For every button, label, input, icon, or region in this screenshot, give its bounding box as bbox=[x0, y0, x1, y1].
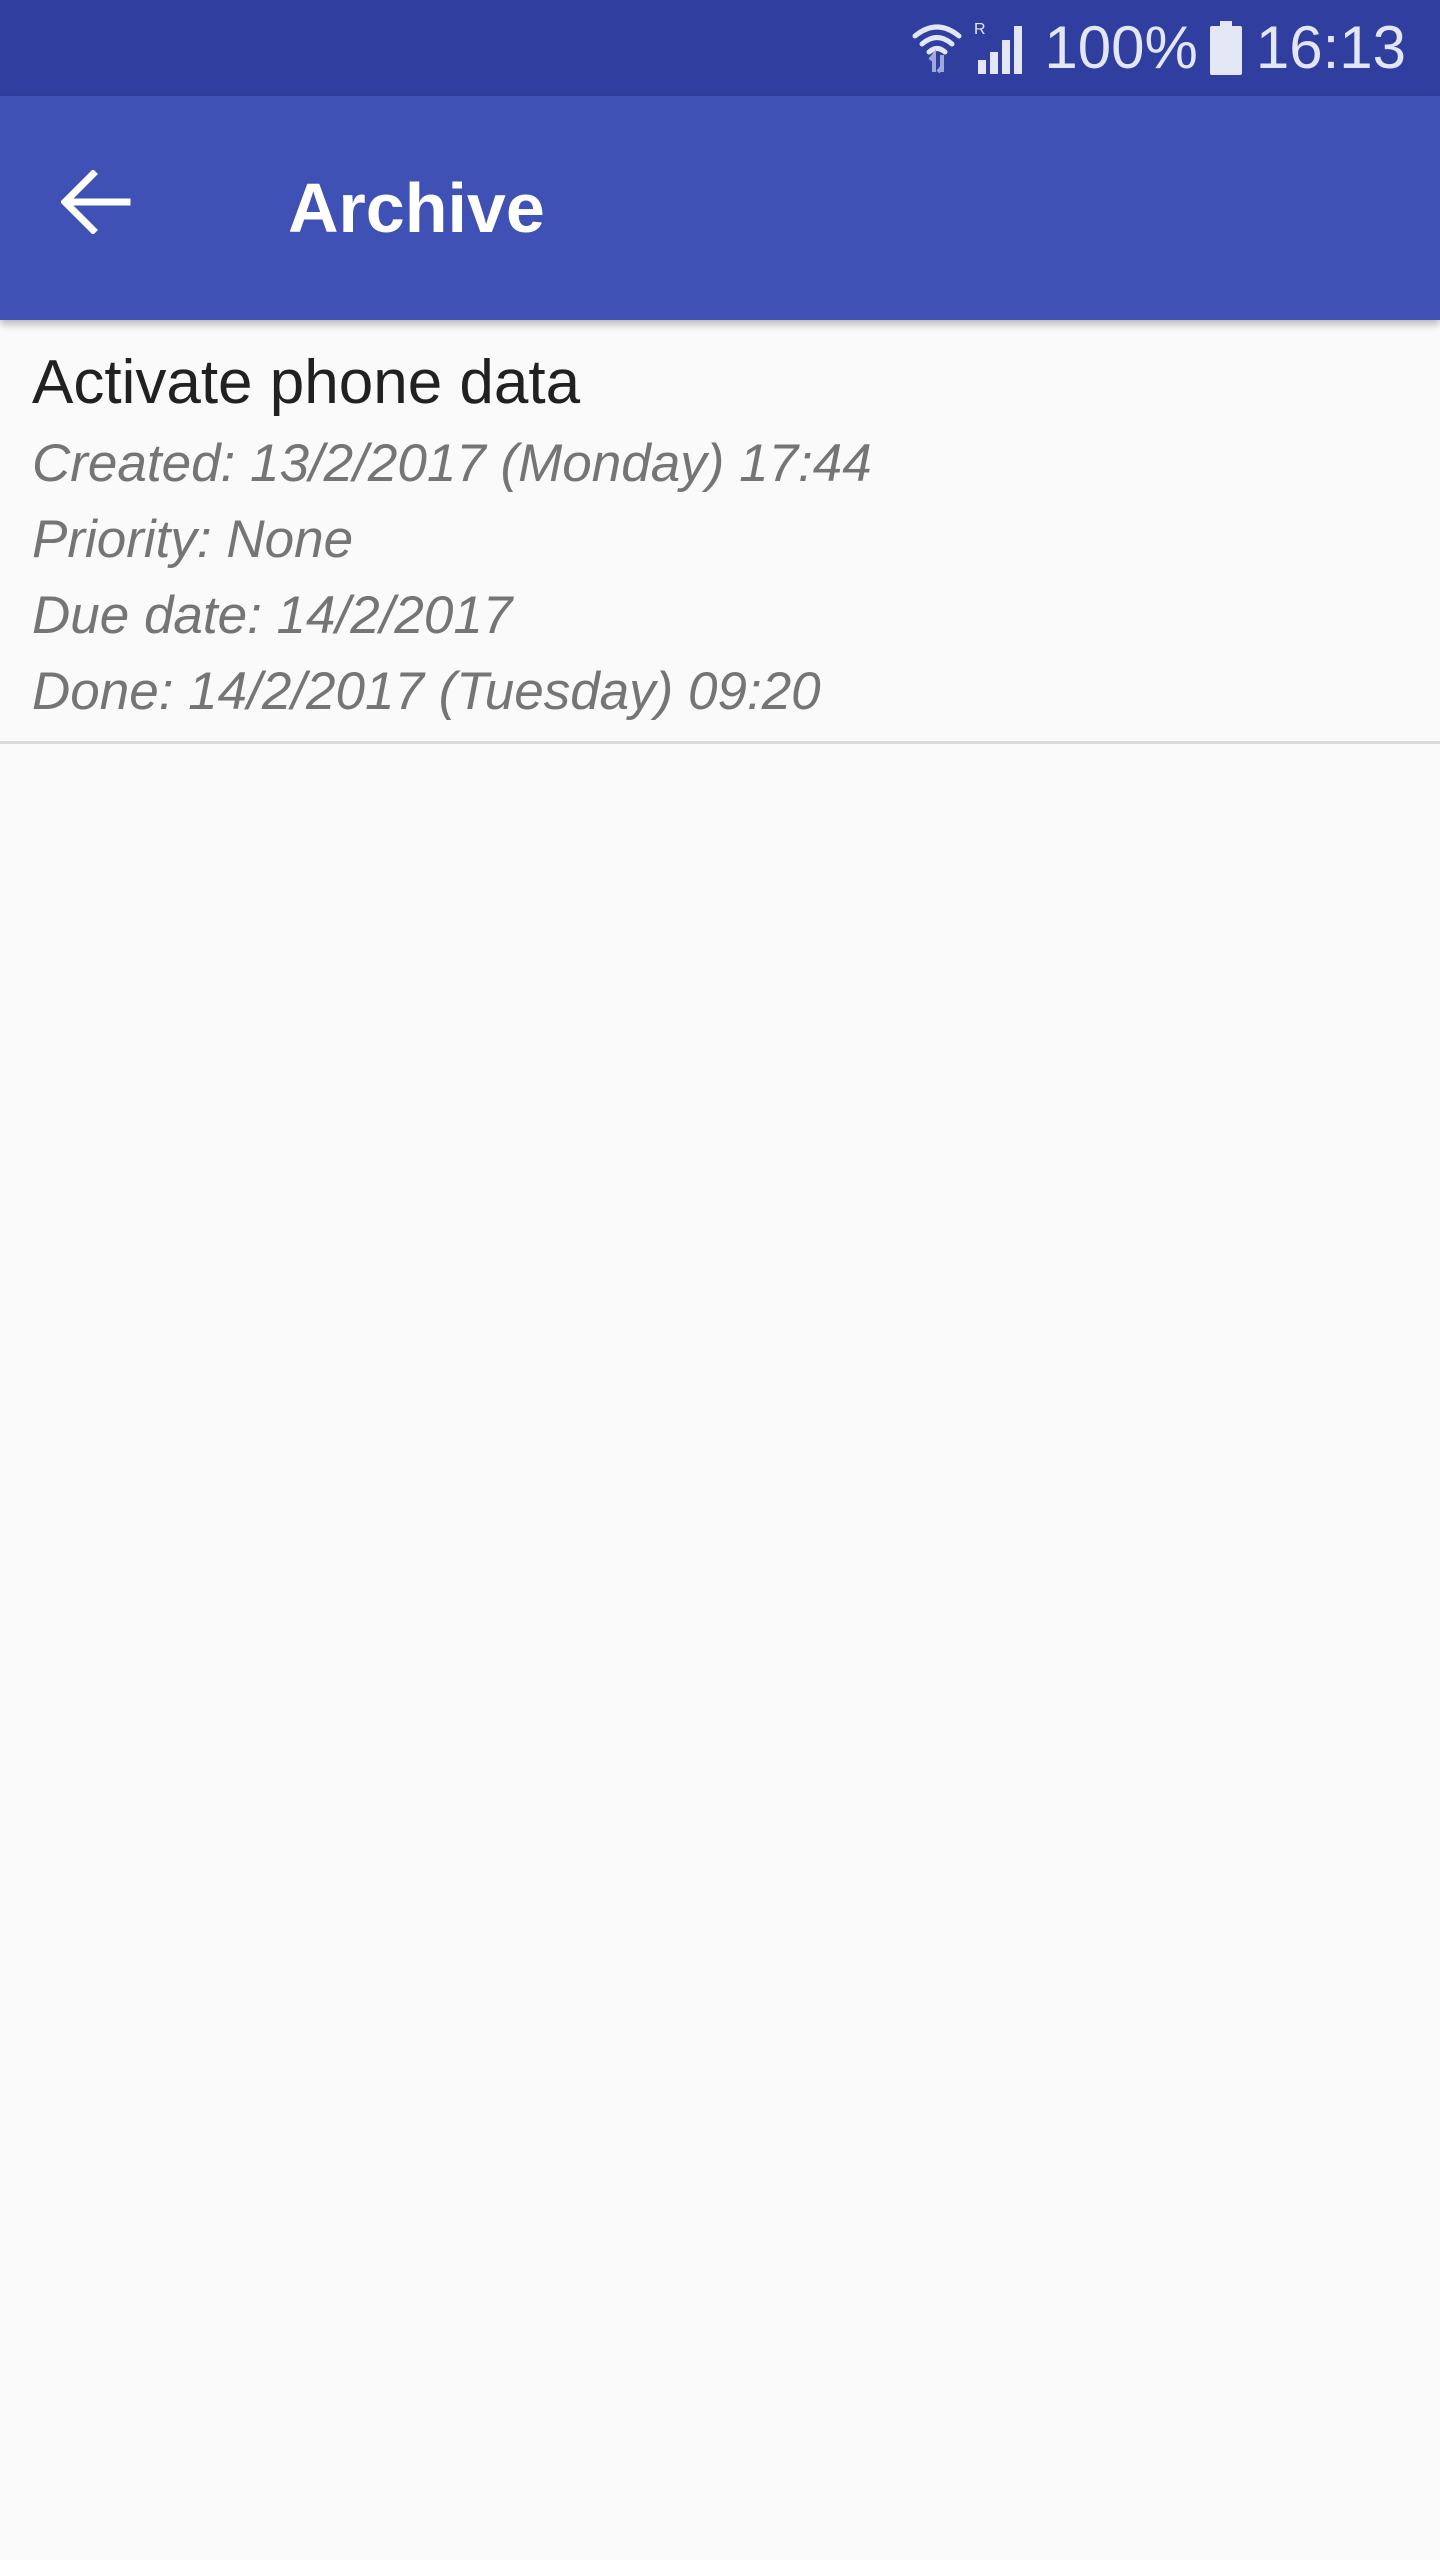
item-priority: Priority: None bbox=[32, 510, 354, 570]
roaming-signal-icon: R bbox=[974, 20, 1030, 76]
wifi-icon bbox=[912, 22, 962, 74]
battery-icon bbox=[1209, 21, 1242, 75]
battery-percent: 100% bbox=[1044, 14, 1198, 81]
item-created: Created: 13/2/2017 (Monday) 17:44 bbox=[32, 434, 872, 494]
list-item[interactable]: Activate phone data Created: 13/2/2017 (… bbox=[0, 320, 1440, 744]
item-title: Activate phone data bbox=[32, 348, 581, 417]
status-bar: R 100% 16:13 bbox=[0, 0, 1440, 96]
clock: 16:13 bbox=[1255, 14, 1406, 81]
app-bar: Archive bbox=[0, 96, 1440, 320]
back-button[interactable] bbox=[40, 148, 152, 260]
archive-list: Activate phone data Created: 13/2/2017 (… bbox=[0, 320, 1440, 744]
svg-text:R: R bbox=[974, 21, 986, 38]
arrow-left-icon bbox=[60, 168, 131, 239]
item-due-date: Due date: 14/2/2017 bbox=[32, 586, 513, 646]
item-done: Done: 14/2/2017 (Tuesday) 09:20 bbox=[32, 662, 821, 722]
page-title: Archive bbox=[288, 169, 545, 247]
